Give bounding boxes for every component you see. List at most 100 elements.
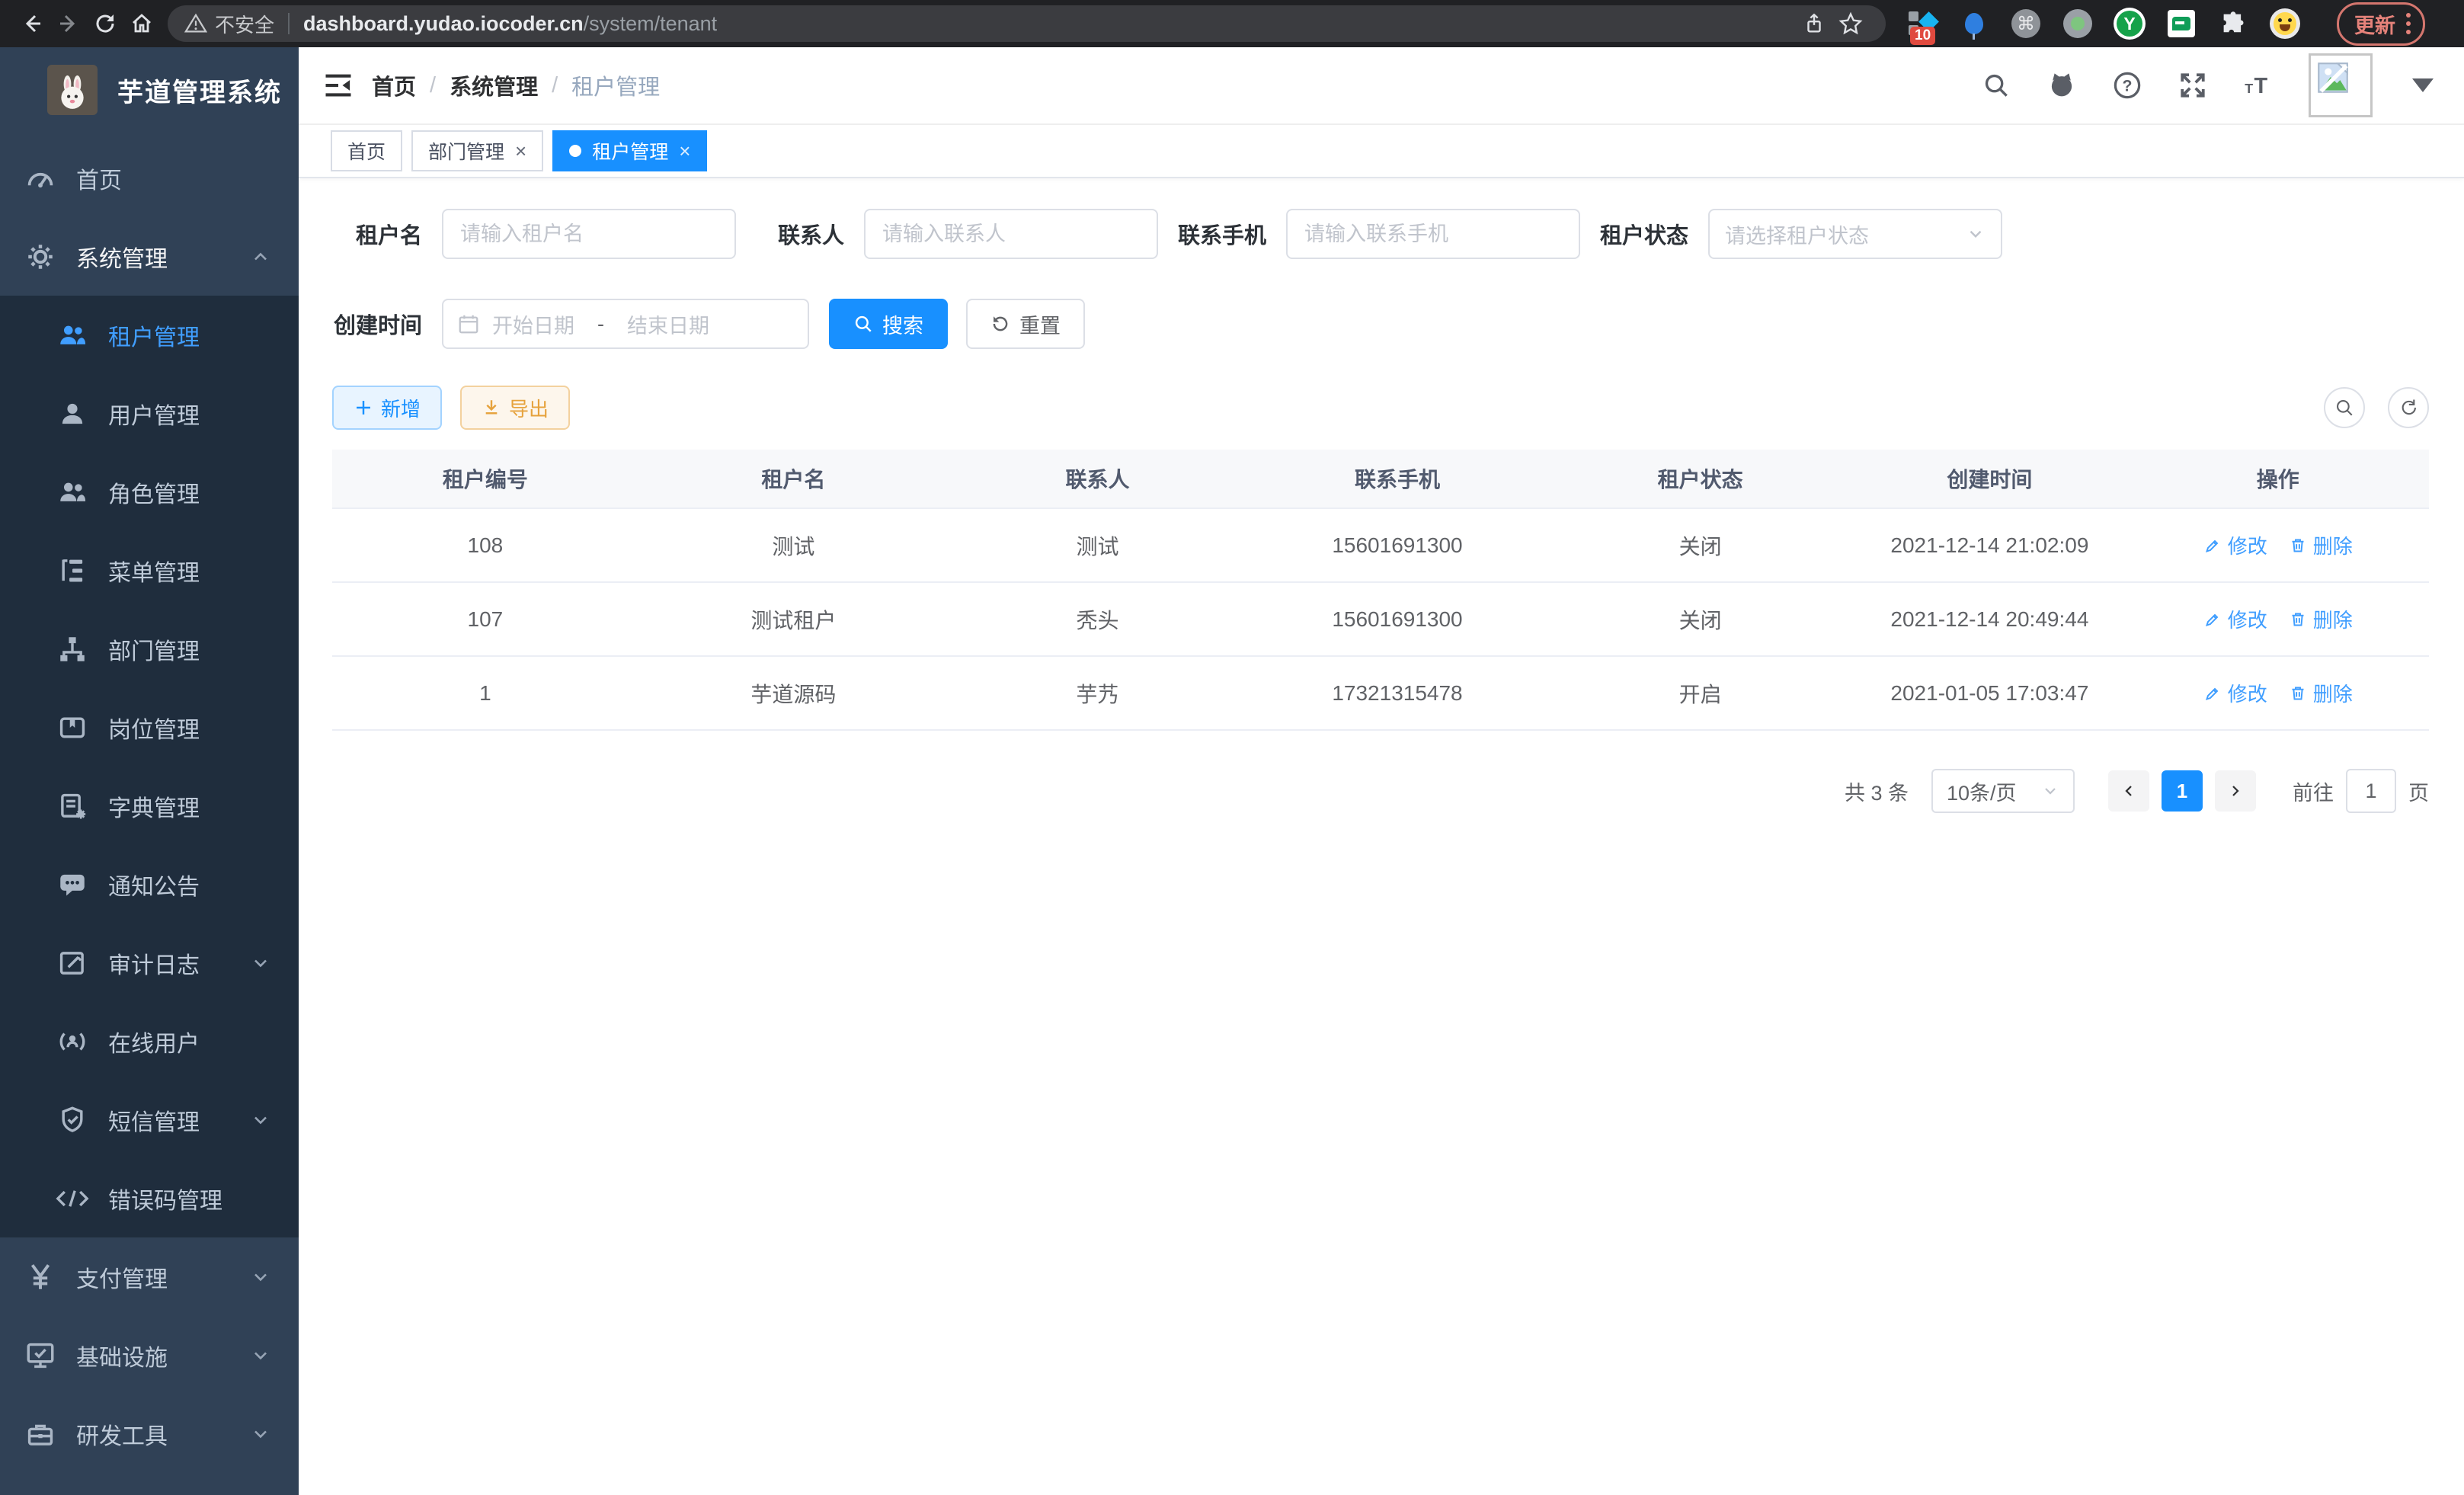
delete-link[interactable]: 删除: [2289, 605, 2353, 633]
edit-link[interactable]: 修改: [2203, 679, 2267, 707]
y-extension-icon[interactable]: Y: [2113, 7, 2146, 40]
add-button[interactable]: 新增: [332, 386, 442, 430]
header-search-icon[interactable]: [1981, 70, 2011, 101]
user-avatar[interactable]: [2309, 53, 2373, 117]
goto-page-input[interactable]: [2346, 769, 2396, 813]
table-toolbar: 新增 导出: [332, 386, 2429, 430]
security-warning-icon[interactable]: [184, 12, 207, 35]
edit-link[interactable]: 修改: [2203, 605, 2267, 633]
page-size-select[interactable]: 10条/页: [1931, 769, 2075, 813]
breadcrumb-system[interactable]: 系统管理: [450, 69, 538, 101]
browser-home-icon[interactable]: [123, 5, 160, 42]
tab-tenant-active[interactable]: 租户管理 ×: [552, 130, 707, 171]
balloon-extension-icon[interactable]: [1957, 7, 1991, 40]
prev-page-button[interactable]: [2108, 770, 2149, 812]
browser-menu-icon[interactable]: [2406, 13, 2411, 34]
recorder-extension-icon[interactable]: [2061, 7, 2094, 40]
browser-update-button[interactable]: 更新: [2337, 2, 2425, 46]
browser-back-icon[interactable]: [14, 5, 50, 42]
toggle-search-icon[interactable]: [2324, 387, 2365, 428]
help-question-icon[interactable]: ?: [2112, 70, 2142, 101]
sidebar-item-audit-log[interactable]: 审计日志: [0, 924, 299, 1002]
search-button[interactable]: 搜索: [829, 299, 948, 349]
url-path[interactable]: /system/tenant: [584, 12, 718, 36]
browser-toolbar: 不安全 dashboard.yudao.iocoder.cn /system/t…: [0, 0, 2464, 47]
sidebar-collapse-icon[interactable]: [322, 69, 355, 102]
table-row: 107 测试租户 秃头 15601691300 关闭 2021-12-14 20…: [332, 583, 2429, 657]
reset-button[interactable]: 重置: [966, 299, 1085, 349]
sidebar-item-error-code[interactable]: 错误码管理: [0, 1159, 299, 1237]
sidebar-item-post[interactable]: 岗位管理: [0, 688, 299, 767]
export-button[interactable]: 导出: [460, 386, 570, 430]
chevron-down-icon: [250, 1266, 271, 1288]
breadcrumb-home[interactable]: 首页: [372, 69, 416, 101]
tenant-name-input[interactable]: [442, 209, 736, 259]
next-page-button[interactable]: [2215, 770, 2256, 812]
share-icon[interactable]: [1796, 5, 1832, 42]
sidebar-item-label: 短信管理: [108, 1103, 200, 1137]
contact-input[interactable]: [864, 209, 1158, 259]
tenant-name-label: 租户名: [332, 218, 422, 250]
sidebar-item-role[interactable]: 角色管理: [0, 453, 299, 531]
puzzle-extensions-icon[interactable]: [2216, 7, 2250, 40]
trash-icon: [2289, 684, 2307, 703]
sidebar-item-infra[interactable]: 基础设施: [0, 1316, 299, 1394]
sidebar-item-pay[interactable]: 支付管理: [0, 1237, 299, 1316]
edit-link[interactable]: 修改: [2203, 531, 2267, 559]
sidebar-item-label: 审计日志: [108, 946, 200, 980]
chevron-right-icon: [2226, 782, 2245, 800]
github-icon[interactable]: [2046, 70, 2077, 101]
sidebar-item-user[interactable]: 用户管理: [0, 374, 299, 453]
url-bar[interactable]: 不安全 dashboard.yudao.iocoder.cn /system/t…: [168, 5, 1886, 42]
browser-forward-icon[interactable]: [50, 5, 87, 42]
user-icon: [55, 396, 90, 431]
fullscreen-icon[interactable]: [2178, 70, 2208, 101]
chat-extension-icon[interactable]: [2165, 7, 2198, 40]
profile-avatar-icon[interactable]: [2268, 7, 2302, 40]
create-time-range-picker[interactable]: 开始日期 - 结束日期: [442, 299, 809, 349]
delete-link[interactable]: 删除: [2289, 679, 2353, 707]
delete-link[interactable]: 删除: [2289, 531, 2353, 559]
sidebar-item-sms[interactable]: 短信管理: [0, 1080, 299, 1159]
tenant-table: 租户编号 租户名 联系人 联系手机 租户状态 创建时间 操作 108 测试 测试…: [332, 450, 2429, 731]
close-icon[interactable]: ×: [679, 141, 690, 161]
tab-dept[interactable]: 部门管理 ×: [411, 130, 543, 171]
browser-reload-icon[interactable]: [87, 5, 123, 42]
svg-text:?: ?: [2123, 77, 2133, 95]
sidebar-item-system[interactable]: 系统管理: [0, 217, 299, 296]
sidebar-item-menu[interactable]: 菜单管理: [0, 531, 299, 610]
sidebar-item-home[interactable]: 首页: [0, 139, 299, 217]
omnibox-divider: [288, 13, 290, 34]
tab-home[interactable]: 首页: [331, 130, 402, 171]
mobile-input[interactable]: [1286, 209, 1580, 259]
end-date-placeholder: 结束日期: [627, 309, 709, 339]
slides-extension-icon[interactable]: 10: [1906, 7, 1939, 40]
current-page-button[interactable]: 1: [2162, 770, 2203, 812]
chevron-up-icon: [250, 246, 271, 267]
sidebar-item-dict[interactable]: 字典管理: [0, 767, 299, 845]
bookmark-star-icon[interactable]: [1832, 5, 1869, 42]
sidebar-item-online-user[interactable]: 在线用户: [0, 1002, 299, 1080]
error-code-icon: [55, 1181, 90, 1216]
pencil-icon: [2203, 610, 2222, 629]
sidebar-item-dept[interactable]: 部门管理: [0, 610, 299, 688]
refresh-table-icon[interactable]: [2388, 387, 2429, 428]
table-header-row: 租户编号 租户名 联系人 联系手机 租户状态 创建时间 操作: [332, 450, 2429, 509]
sidebar-item-tenant[interactable]: 租户管理: [0, 296, 299, 374]
avatar-dropdown-caret-icon[interactable]: [2412, 78, 2434, 92]
sidebar-item-devtools[interactable]: 研发工具: [0, 1394, 299, 1473]
breadcrumb-current: 租户管理: [571, 69, 660, 101]
status-select[interactable]: 请选择租户状态: [1708, 209, 2002, 259]
close-icon[interactable]: ×: [515, 141, 526, 161]
url-host[interactable]: dashboard.yudao.iocoder.cn: [303, 12, 584, 36]
sidebar-item-label: 字典管理: [108, 789, 200, 823]
pagination: 共 3 条 10条/页 1 前往 页: [332, 769, 2429, 813]
font-size-icon[interactable]: TT: [2243, 70, 2274, 101]
sidebar-item-label: 用户管理: [108, 397, 200, 431]
top-navbar: 首页 / 系统管理 / 租户管理 ? T: [299, 47, 2464, 125]
sms-shield-icon: [55, 1103, 90, 1138]
logo-link[interactable]: 芋道管理系统: [0, 47, 299, 133]
sidebar-item-notice[interactable]: 通知公告: [0, 845, 299, 924]
security-label[interactable]: 不安全: [215, 10, 274, 38]
command-extension-icon[interactable]: ⌘: [2009, 7, 2043, 40]
